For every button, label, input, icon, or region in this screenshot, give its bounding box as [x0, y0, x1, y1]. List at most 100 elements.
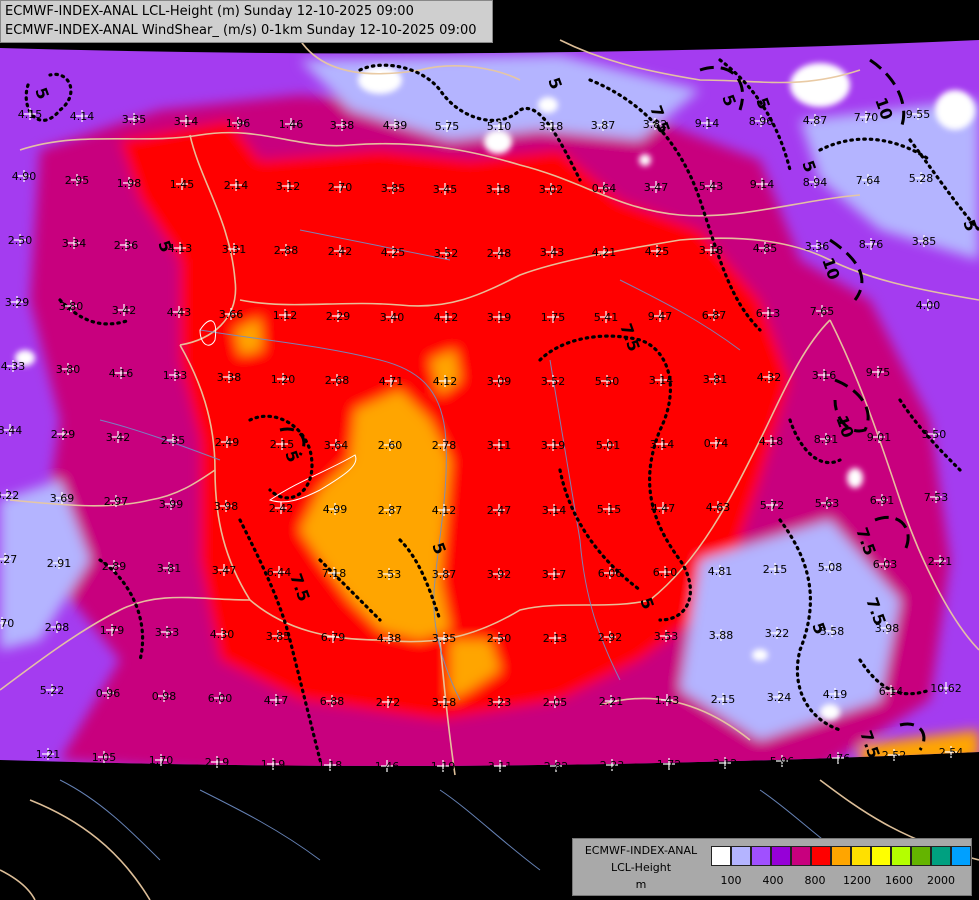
station-marker: 3.14: [649, 374, 673, 387]
legend-variable-name: LCL-Height: [610, 861, 672, 874]
station-value: 3.19: [541, 439, 566, 452]
station-value: 1.79: [100, 624, 125, 637]
station-value: 3.53: [377, 568, 402, 581]
station-value: 3.34: [62, 237, 87, 250]
station-marker: 3.87: [432, 568, 456, 581]
station-value: 6.87: [702, 309, 727, 322]
legend-swatch: [771, 846, 791, 866]
station-value: 4.76: [826, 752, 851, 765]
station-marker: 1.19: [431, 760, 455, 773]
station-marker: 3.98: [214, 500, 239, 513]
station-value: 2.92: [598, 631, 623, 644]
station-marker: 3.17: [542, 568, 566, 581]
station-value: 2.47: [487, 504, 512, 517]
station-value: 4.17: [264, 694, 289, 707]
station-marker: 4.99: [323, 503, 348, 516]
station-value: 2.68: [325, 374, 350, 387]
legend-unit: m: [635, 878, 647, 891]
station-value: 3.85: [266, 630, 291, 643]
station-marker: 4.81: [708, 565, 732, 578]
station-marker: 3.69: [50, 492, 74, 505]
station-value: 1.70: [149, 754, 174, 767]
station-value: 2.15: [711, 693, 736, 706]
station-marker: 5.08: [818, 561, 842, 574]
station-value: 2.60: [378, 439, 403, 452]
station-value: 4.87: [803, 114, 828, 127]
station-value: 3.70: [0, 617, 14, 630]
station-marker: 3.18: [486, 183, 510, 196]
station-marker: 3.14: [174, 115, 198, 128]
station-marker: 2.70: [328, 181, 352, 194]
station-value: 8.94: [803, 176, 828, 189]
station-value: 4.15: [18, 108, 43, 121]
station-marker: 4.47: [651, 502, 675, 515]
station-value: 4.18: [759, 435, 784, 448]
station-marker: 1.18: [318, 759, 342, 772]
station-marker: 2.21: [599, 695, 623, 708]
station-value: 3.36: [805, 240, 830, 253]
station-marker: 3.29: [5, 296, 29, 309]
station-value: 2.29: [326, 310, 351, 323]
station-value: 0.98: [152, 690, 177, 703]
legend-tick-label: 800: [804, 874, 826, 887]
station-value: 3.23: [487, 696, 512, 709]
station-marker: 5.72: [760, 499, 784, 512]
station-value: 8.96: [749, 115, 774, 128]
station-value: 3.53: [654, 630, 679, 643]
station-value: 3.35: [432, 632, 457, 645]
station-marker: 2.87: [378, 504, 402, 517]
lcl-white-spot: [358, 66, 402, 94]
station-value: 4.14: [70, 110, 95, 123]
station-marker: 2.42: [328, 245, 352, 258]
station-marker: 5.63: [815, 497, 839, 510]
station-marker: 6.91: [870, 494, 894, 507]
station-value: 3.31: [222, 243, 247, 256]
station-value: 3.98: [214, 500, 239, 513]
station-marker: 4.33: [1, 360, 25, 373]
station-marker: 0.64: [592, 182, 616, 195]
station-marker: 3.70: [0, 617, 14, 630]
station-marker: 3.53: [377, 568, 402, 581]
station-value: 2.05: [543, 696, 568, 709]
station-value: 2.50: [8, 234, 33, 247]
station-value: 2.36: [114, 239, 139, 252]
station-value: 3.35: [122, 113, 147, 126]
station-marker: 3.27: [0, 553, 17, 566]
station-value: 1.43: [655, 694, 680, 707]
station-value: 6.13: [756, 307, 781, 320]
station-marker: 3.80: [56, 363, 80, 376]
station-marker: 2.89: [102, 560, 126, 573]
station-marker: 9.14: [750, 178, 774, 191]
station-value: 3.92: [487, 568, 512, 581]
station-value: 1.46: [375, 760, 400, 773]
lcl-white-spot: [752, 649, 768, 661]
lcl-white-spot: [847, 468, 863, 488]
station-marker: 3.19: [541, 439, 566, 452]
station-marker: 6.79: [321, 631, 345, 644]
station-value: 3.45: [433, 183, 458, 196]
station-value: 2.54: [939, 746, 964, 759]
legend-swatch: [731, 846, 751, 866]
station-marker: 1.72: [657, 758, 681, 771]
station-value: 3.44: [0, 424, 22, 437]
station-value: 2.49: [215, 436, 240, 449]
station-marker: 3.53: [654, 630, 679, 643]
station-value: 3.47: [212, 564, 237, 577]
station-marker: 4.18: [759, 435, 784, 448]
station-value: 4.99: [323, 503, 348, 516]
station-value: 5.41: [594, 311, 619, 324]
station-value: 3.42: [106, 431, 131, 444]
station-marker: 6.00: [208, 692, 232, 705]
station-value: 6.88: [320, 695, 345, 708]
station-value: 5.96: [770, 755, 795, 768]
station-marker: 1.75: [541, 311, 565, 324]
station-marker: 3.80: [59, 300, 83, 313]
station-value: 3.19: [487, 311, 512, 324]
station-marker: 3.85: [381, 182, 405, 195]
legend-tick-label: 400: [762, 874, 784, 887]
station-value: 3.99: [159, 498, 184, 511]
station-marker: 3.16: [812, 369, 836, 382]
station-marker: 0.96: [96, 687, 120, 700]
station-marker: 1.33: [163, 369, 187, 382]
station-marker: 3.40: [380, 311, 404, 324]
